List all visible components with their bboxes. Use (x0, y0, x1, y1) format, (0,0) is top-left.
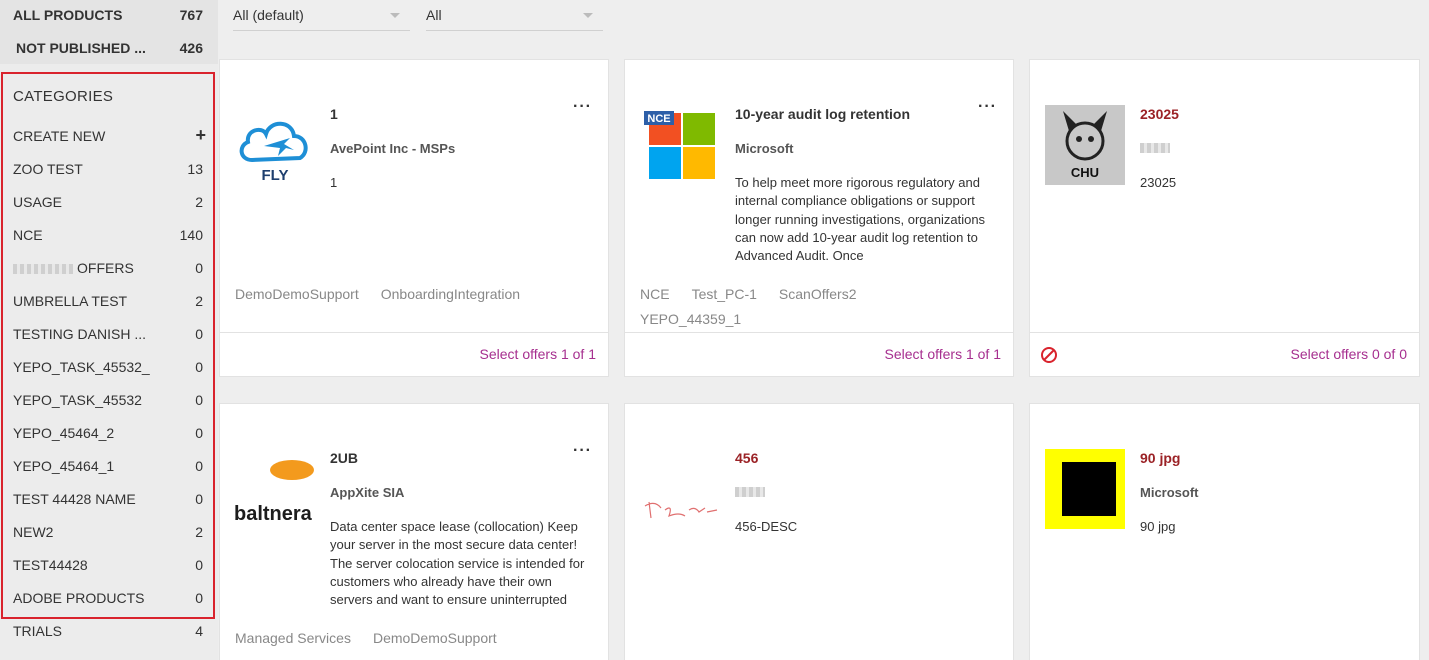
select-offers-link[interactable]: Select offers 1 of 1 (480, 346, 596, 362)
product-description: 1 (330, 175, 338, 190)
product-title[interactable]: 10-year audit log retention (735, 106, 910, 122)
tag: NCE (640, 286, 670, 302)
tag: DemoDemoSupport (235, 286, 359, 302)
nce-badge: NCE (647, 113, 670, 125)
product-title[interactable]: 456 (735, 450, 758, 466)
more-options-icon[interactable]: ··· (573, 98, 592, 116)
filter-value: All (426, 7, 442, 23)
product-description: To help meet more rigorous regulatory an… (735, 175, 986, 264)
sidebar: ALL PRODUCTS 767 NOT PUBLISHED ... 426 C… (0, 0, 218, 660)
product-card[interactable]: 456 456-DESC (624, 403, 1014, 660)
fly-logo: FLY (234, 108, 316, 190)
baltnera-logo: baltnera (234, 452, 316, 534)
more-options-icon[interactable]: ··· (978, 98, 997, 116)
sidebar-item-label: NOT PUBLISHED ... (16, 39, 146, 56)
filter-value: All (default) (233, 7, 304, 23)
product-tags: DemoDemoSupport OnboardingIntegration (235, 282, 595, 307)
blocked-icon (1040, 346, 1058, 364)
logo-inner-square (1062, 462, 1116, 516)
categories-highlight-box (1, 72, 215, 619)
microsoft-nce-logo: NCE (639, 108, 721, 190)
tag: YEPO_44359_1 (640, 311, 742, 327)
sidebar-item-count: 767 (179, 6, 203, 23)
product-title[interactable]: 2UB (330, 450, 358, 466)
product-tags: Managed Services DemoDemoSupport (235, 626, 595, 651)
sidebar-item-not-published[interactable]: NOT PUBLISHED ... 426 (0, 31, 218, 64)
card-footer: Select offers 1 of 1 (220, 332, 608, 376)
sidebar-item-count: 426 (179, 39, 203, 56)
product-card[interactable]: NCE 10-year audit log retention ··· Micr… (624, 59, 1014, 377)
card-footer: Select offers 1 of 1 (625, 332, 1013, 376)
yellow-square-logo (1045, 449, 1125, 529)
product-tags: NCE Test_PC-1 ScanOffers2 YEPO_44359_1 (640, 282, 1000, 332)
product-card[interactable]: baltnera 2UB ··· AppXite SIA Data center… (219, 403, 609, 660)
tag: Test_PC-1 (691, 286, 757, 302)
product-description: Data center space lease (collocation) Ke… (330, 519, 585, 608)
filter-dropdown[interactable]: All (default) (233, 0, 410, 31)
product-vendor (735, 485, 765, 500)
category-count: 4 (195, 622, 203, 639)
handwriting-logo (639, 452, 721, 534)
svg-text:FLY: FLY (262, 167, 289, 184)
product-card[interactable]: CHU 23025 23025 Select offers 0 of 0 (1029, 59, 1420, 377)
product-description: 456-DESC (735, 519, 798, 534)
product-vendor: AvePoint Inc - MSPs (330, 141, 456, 156)
product-vendor: Microsoft (735, 141, 794, 156)
product-title[interactable]: 1 (330, 106, 338, 122)
chu-logo: CHU (1045, 105, 1125, 185)
chu-text: CHU (1071, 165, 1099, 180)
card-footer: Select offers 0 of 0 (1030, 332, 1419, 376)
product-vendor: AppXite SIA (330, 485, 405, 500)
product-vendor: Microsoft (1140, 485, 1199, 500)
product-description: 23025 (1140, 175, 1177, 190)
redacted-text (735, 487, 765, 497)
more-options-icon[interactable]: ··· (573, 442, 592, 460)
category-label: TRIALS (13, 622, 63, 639)
product-card[interactable]: 90 jpg Microsoft 90 jpg (1029, 403, 1420, 660)
product-vendor (1140, 141, 1170, 156)
chevron-down-icon (583, 13, 593, 18)
product-description: 90 jpg (1140, 519, 1176, 534)
chevron-down-icon (390, 13, 400, 18)
baltnera-text: baltnera (234, 503, 313, 525)
product-title[interactable]: 23025 (1140, 106, 1179, 122)
product-card[interactable]: FLY 1 ··· AvePoint Inc - MSPs 1 DemoDemo… (219, 59, 609, 377)
tag: OnboardingIntegration (380, 286, 521, 302)
product-title[interactable]: 90 jpg (1140, 450, 1180, 466)
select-offers-link[interactable]: Select offers 0 of 0 (1291, 346, 1407, 362)
select-offers-link[interactable]: Select offers 1 of 1 (885, 346, 1001, 362)
redacted-text (1140, 143, 1170, 153)
tag: ScanOffers2 (778, 286, 857, 302)
tag: Managed Services (235, 630, 351, 646)
sidebar-item-label: ALL PRODUCTS (13, 6, 123, 23)
tag: DemoDemoSupport (372, 630, 497, 646)
sidebar-item-all-products[interactable]: ALL PRODUCTS 767 (0, 0, 218, 31)
filter-dropdown[interactable]: All (426, 0, 603, 31)
